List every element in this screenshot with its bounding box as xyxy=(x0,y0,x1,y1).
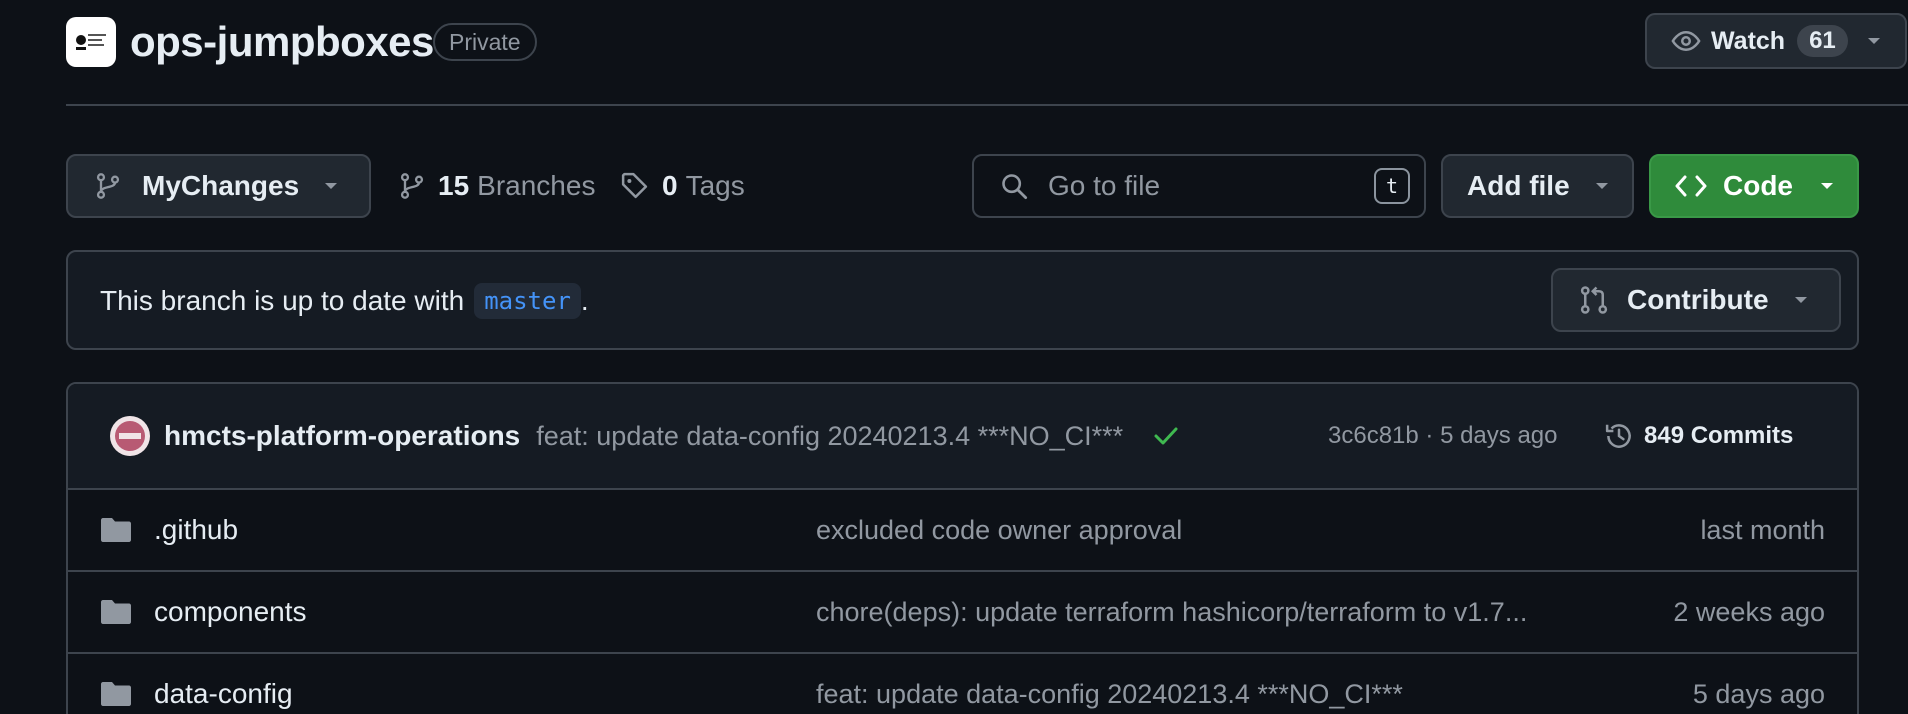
caret-down-icon xyxy=(1821,183,1833,189)
file-row[interactable]: components chore(deps): update terraform… xyxy=(68,572,1857,654)
commit-message[interactable]: feat: update data-config 20240213.4 ***N… xyxy=(536,421,1123,452)
watch-count: 61 xyxy=(1797,25,1848,57)
git-pull-request-icon xyxy=(1580,286,1608,314)
caret-down-icon xyxy=(325,183,337,189)
caret-down-icon xyxy=(1596,183,1608,189)
branches-count: 15 xyxy=(438,170,470,201)
file-name[interactable]: .github xyxy=(154,514,238,546)
code-label: Code xyxy=(1723,170,1793,201)
caret-down-icon xyxy=(1867,38,1880,44)
commits-count: 849 Commits xyxy=(1644,422,1794,449)
commit-hash-time[interactable]: 3c6c81b · 5 days ago xyxy=(1328,422,1558,450)
watch-label: Watch xyxy=(1711,26,1786,55)
tag-icon xyxy=(621,172,648,199)
file-commit-date: last month xyxy=(1700,514,1825,545)
author-avatar[interactable] xyxy=(110,416,150,456)
file-name[interactable]: components xyxy=(154,596,307,628)
folder-icon xyxy=(101,600,131,624)
go-to-file-input[interactable]: Go to file t xyxy=(972,154,1426,218)
search-placeholder: Go to file xyxy=(1048,170,1161,201)
latest-commit-bar: hmcts-platform-operations feat: update d… xyxy=(68,384,1857,490)
tags-count: 0 xyxy=(662,170,678,201)
eye-icon xyxy=(1671,30,1701,52)
search-icon xyxy=(1002,174,1028,200)
caret-down-icon xyxy=(1795,297,1807,303)
code-icon xyxy=(1675,175,1707,197)
branch-status-suffix: . xyxy=(580,285,589,316)
file-row[interactable]: .github excluded code owner approval las… xyxy=(68,490,1857,572)
branch-status-message: This branch is up to date with master . xyxy=(100,280,589,322)
visibility-badge: Private xyxy=(433,23,537,61)
code-button[interactable]: Code xyxy=(1649,154,1859,218)
repo-name[interactable]: ops-jumpboxes xyxy=(130,14,434,70)
header-divider xyxy=(66,104,1908,106)
file-commit-date: 2 weeks ago xyxy=(1673,596,1825,627)
contribute-button[interactable]: Contribute xyxy=(1551,268,1841,332)
branch-status-text: This branch is up to date with xyxy=(100,285,465,316)
base-branch-link[interactable]: master xyxy=(474,283,581,319)
branch-selector[interactable]: MyChanges xyxy=(66,154,371,218)
branches-link[interactable]: 15 Branches xyxy=(398,166,595,206)
commit-author[interactable]: hmcts-platform-operations xyxy=(164,420,520,452)
watch-button[interactable]: Watch 61 xyxy=(1645,13,1907,69)
history-icon xyxy=(1605,424,1631,448)
tags-label: Tags xyxy=(685,170,745,201)
crest-icon xyxy=(76,34,106,50)
org-avatar[interactable] xyxy=(66,17,116,67)
file-commit-message[interactable]: excluded code owner approval xyxy=(816,515,1616,546)
file-row[interactable]: data-config feat: update data-config 202… xyxy=(68,654,1857,714)
tags-link[interactable]: 0 Tags xyxy=(620,166,745,206)
git-branch-icon xyxy=(400,173,424,199)
file-name[interactable]: data-config xyxy=(154,678,293,710)
branch-name: MyChanges xyxy=(142,170,300,201)
folder-icon xyxy=(101,682,131,706)
file-table: hmcts-platform-operations feat: update d… xyxy=(66,382,1859,714)
file-commit-message[interactable]: feat: update data-config 20240213.4 ***N… xyxy=(816,679,1616,710)
file-commit-message[interactable]: chore(deps): update terraform hashicorp/… xyxy=(816,597,1616,628)
add-file-label: Add file xyxy=(1467,170,1570,201)
file-commit-date: 5 days ago xyxy=(1692,678,1825,709)
add-file-button[interactable]: Add file xyxy=(1441,154,1634,218)
commits-link[interactable]: 849 Commits xyxy=(1604,421,1793,451)
shortcut-key: t xyxy=(1374,168,1410,204)
contribute-label: Contribute xyxy=(1627,284,1769,315)
folder-icon xyxy=(101,518,131,542)
git-branch-icon xyxy=(96,173,120,199)
check-icon[interactable] xyxy=(1153,425,1179,447)
branches-label: Branches xyxy=(477,170,596,201)
